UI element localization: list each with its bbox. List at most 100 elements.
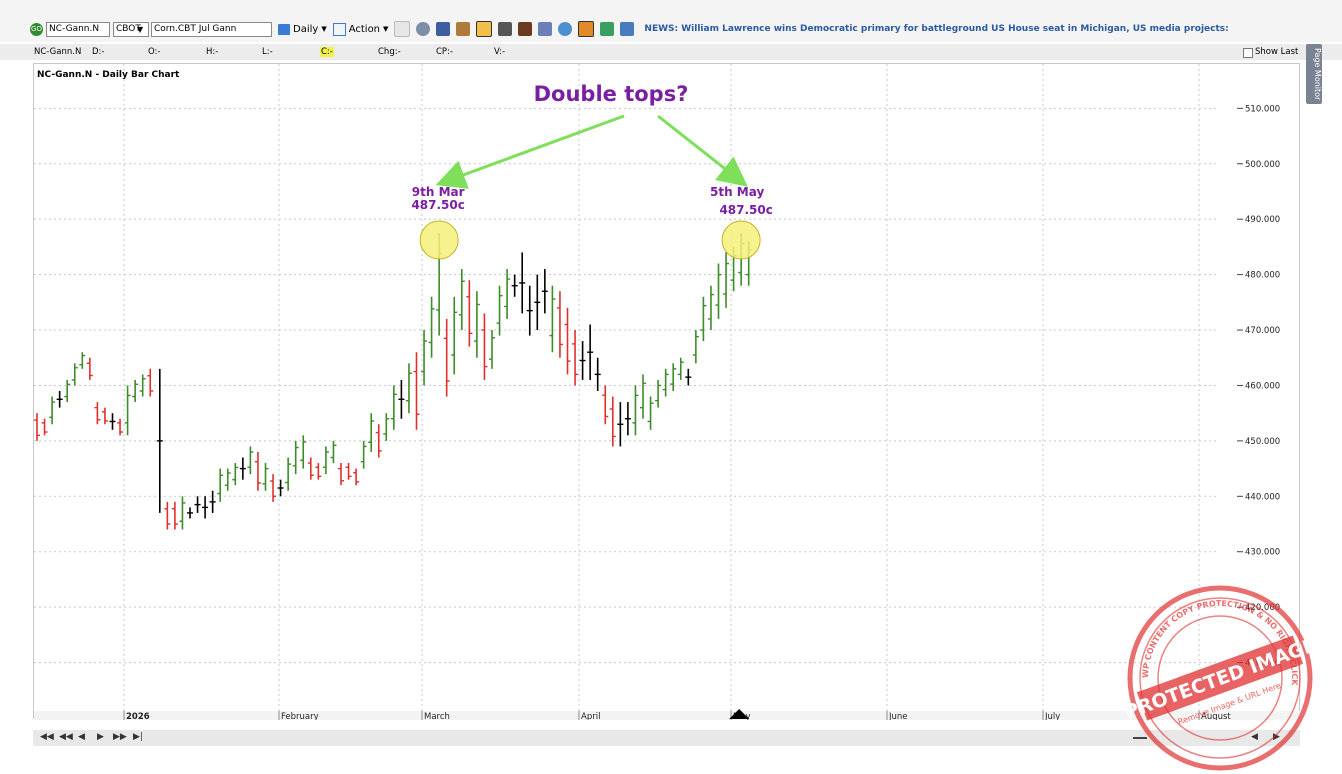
- price-bar: [640, 374, 646, 419]
- price-bar: [117, 418, 124, 436]
- y-tick-label: 440.000: [1245, 492, 1280, 502]
- price-bar: [71, 363, 78, 386]
- bar-highlight-icon[interactable]: [578, 21, 595, 37]
- price-bar: [56, 391, 63, 408]
- double-tops-headline: Double tops?: [534, 82, 689, 106]
- chart-svg: 410.000420.000430.000440.000450.000460.0…: [34, 64, 1301, 720]
- contract-name-field[interactable]: Corn.CBT Jul Gann: [151, 21, 272, 37]
- chevron-down-icon[interactable]: ▼: [137, 25, 147, 34]
- fast-forward-icon[interactable]: ▶▶: [113, 732, 127, 742]
- price-bar: [34, 413, 40, 441]
- action-label: Action: [348, 23, 381, 35]
- price-bar: [86, 357, 93, 380]
- price-bar: [572, 330, 579, 386]
- last-page-icon[interactable]: ▶|: [133, 732, 143, 742]
- price-bar: [670, 363, 677, 391]
- fork-icon[interactable]: [518, 22, 533, 36]
- price-bar: [187, 507, 193, 519]
- price-bar: [602, 385, 609, 425]
- toolbar-row: GO NC-Gann.N CBOT ▼ Corn.CBT Jul Gann Da…: [0, 20, 1342, 38]
- info-volume: V:-: [494, 47, 506, 57]
- price-bar: [164, 501, 171, 530]
- price-bar: [79, 352, 86, 369]
- interval-label: Daily: [293, 23, 319, 35]
- price-bar: [413, 352, 420, 430]
- price-bar: [217, 468, 224, 502]
- right-peak-price: 487.50c: [719, 203, 772, 217]
- price-bar: [587, 324, 594, 380]
- price-bar: [473, 291, 480, 358]
- chat-icon[interactable]: [436, 22, 451, 36]
- price-bar: [270, 474, 277, 502]
- price-bar: [345, 463, 352, 480]
- chart-style-icon[interactable]: [476, 21, 493, 37]
- price-bar: [300, 435, 307, 469]
- price-bar: [209, 490, 216, 513]
- page-monitor-tab[interactable]: Page Monitor: [1306, 44, 1322, 104]
- price-bar: [405, 363, 412, 414]
- right-peak-date: 5th May: [710, 185, 764, 199]
- info-cp: CP:-: [436, 47, 453, 57]
- y-tick-label: 490.000: [1245, 215, 1280, 225]
- lightbulb-icon[interactable]: [558, 22, 573, 36]
- person-icon[interactable]: [620, 22, 635, 36]
- tools-icon[interactable]: [456, 22, 471, 36]
- price-bar: [49, 396, 56, 425]
- price-bar: [564, 307, 571, 375]
- x-tick-label: April: [581, 712, 600, 720]
- price-bar: [504, 269, 511, 319]
- price-bar: [202, 496, 209, 519]
- right-annotation-arrow: [657, 114, 748, 187]
- price-bar: [292, 440, 299, 475]
- step-forward-icon[interactable]: ▶: [97, 732, 104, 742]
- price-bar: [655, 379, 662, 408]
- rewind-icon[interactable]: ◀◀: [59, 732, 73, 742]
- info-date: D:-: [92, 47, 105, 57]
- calendar-icon: [278, 23, 290, 35]
- price-bar: [307, 457, 314, 480]
- price-bar: [489, 330, 495, 369]
- price-bar: [360, 440, 367, 469]
- left-peak-price: 487.50c: [411, 198, 464, 212]
- settings-icon[interactable]: [416, 22, 431, 36]
- price-bar: [451, 296, 458, 375]
- price-bar: [353, 468, 360, 486]
- price-bar: [692, 330, 699, 364]
- x-tick-label: July: [1044, 712, 1060, 720]
- page-icon[interactable]: [394, 21, 411, 37]
- y-tick-label: 450.000: [1245, 437, 1280, 447]
- action-button[interactable]: Action ▼: [332, 22, 388, 36]
- go-icon[interactable]: GO: [30, 22, 43, 36]
- step-back-icon[interactable]: ◀: [78, 732, 85, 742]
- price-bar: [383, 413, 390, 441]
- price-bar: [224, 468, 231, 491]
- price-bar: [277, 479, 284, 497]
- info-symbol: NC-Gann.N: [34, 47, 82, 57]
- symbol-input[interactable]: NC-Gann.N: [46, 21, 110, 37]
- x-tick-label: June: [888, 712, 908, 720]
- left-peak-date: 9th Mar: [412, 185, 465, 199]
- news-ticker[interactable]: NEWS: William Lawrence wins Democratic p…: [644, 24, 1228, 34]
- price-bar: [556, 291, 563, 358]
- left-annotation-arrow: [435, 114, 625, 189]
- right-peak-highlight: [721, 220, 761, 260]
- price-bar: [109, 413, 116, 430]
- price-bar: [94, 402, 101, 425]
- price-bar: [254, 451, 261, 491]
- y-tick-label: 430.000: [1245, 548, 1280, 558]
- price-bar: [632, 385, 639, 436]
- price-bar: [519, 252, 526, 314]
- price-bar: [526, 285, 533, 336]
- price-bar: [147, 368, 154, 397]
- show-last-checkbox[interactable]: [1243, 48, 1253, 58]
- interval-button[interactable]: Daily ▼: [278, 23, 327, 35]
- arrow-icon[interactable]: [600, 22, 615, 36]
- chart-area[interactable]: 410.000420.000430.000440.000450.000460.0…: [33, 63, 1301, 720]
- price-bar: [534, 274, 541, 331]
- hammer-icon[interactable]: [498, 22, 513, 36]
- price-bar: [390, 385, 397, 430]
- info-close: C:-: [320, 47, 334, 57]
- indicator-icon[interactable]: [538, 22, 553, 36]
- price-bar: [368, 413, 375, 452]
- first-page-icon[interactable]: ◀◀: [40, 732, 54, 742]
